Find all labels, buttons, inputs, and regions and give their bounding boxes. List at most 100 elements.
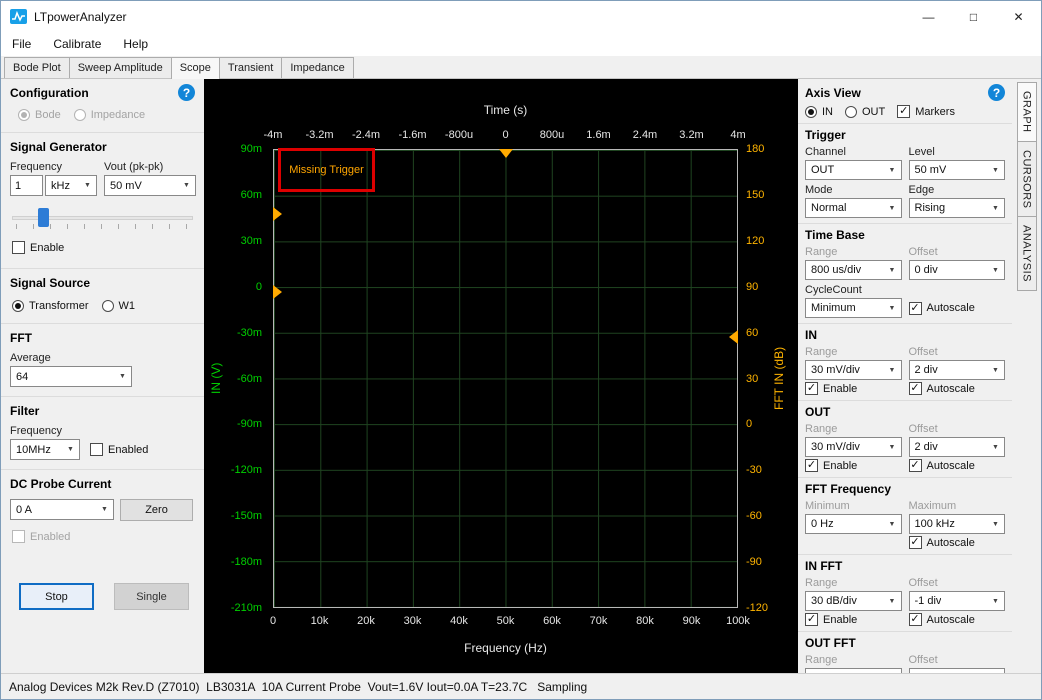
menu-calibrate[interactable]: Calibrate <box>42 33 112 55</box>
out-autoscale-checkbox[interactable]: Autoscale <box>909 459 1006 472</box>
time-base-range-label: Range <box>805 246 902 258</box>
zero-button[interactable]: Zero <box>120 499 193 521</box>
trigger-position-marker[interactable] <box>499 149 513 158</box>
trigger-edge-select[interactable]: Rising <box>909 198 1006 218</box>
slider-thumb[interactable] <box>38 208 49 227</box>
trigger-level-select[interactable]: 50 mV <box>909 160 1006 180</box>
time-axis-ticks: -4m-3.2m-2.4m-1.6m-800u0800u1.6m2.4m3.2m… <box>273 129 738 143</box>
time-base-offset-select[interactable]: 0 div <box>909 260 1006 280</box>
out-enable-checkbox[interactable]: Enable <box>805 459 902 472</box>
filter-frequency-select[interactable]: 10MHz <box>10 439 80 460</box>
average-label: Average <box>10 352 195 364</box>
axis-view-out-radio[interactable]: OUT <box>845 106 885 118</box>
radio-icon <box>845 106 857 118</box>
chevron-down-icon <box>180 182 193 189</box>
time-axis-title: Time (s) <box>273 103 738 117</box>
vout-select[interactable]: 50 mV <box>104 175 196 196</box>
w1-radio[interactable]: W1 <box>102 300 136 312</box>
fft-minimum-value: 0 Hz <box>811 518 834 530</box>
out-range-select[interactable]: 30 mV/div <box>805 437 902 457</box>
filter-section: Filter Frequency 10MHz Enabled <box>1 396 204 469</box>
chevron-down-icon <box>116 373 129 380</box>
chevron-down-icon <box>886 205 899 212</box>
trigger-mode-select[interactable]: Normal <box>805 198 902 218</box>
help-icon[interactable]: ? <box>988 84 1005 101</box>
fft-maximum-value: 100 kHz <box>915 518 955 530</box>
out-offset-select[interactable]: 2 div <box>909 437 1006 457</box>
fft-average-value: 64 <box>16 371 28 383</box>
chevron-down-icon <box>886 598 899 605</box>
axis-tick-label: 30 <box>746 373 758 385</box>
trigger-channel-select[interactable]: OUT <box>805 160 902 180</box>
in-title: IN <box>805 328 817 342</box>
dc-probe-current-select[interactable]: 0 A <box>10 499 114 520</box>
axis-tick-label: -1.6m <box>398 129 426 141</box>
axis-tick-label: 0 <box>502 129 508 141</box>
out-fft-offset-label: Offset <box>909 654 1006 666</box>
tab-cursors[interactable]: CURSORS <box>1017 141 1037 218</box>
menu-help[interactable]: Help <box>112 33 159 55</box>
in-fft-range-select[interactable]: 30 dB/div <box>805 591 902 611</box>
axis-tick-label: 90 <box>746 281 758 293</box>
close-button[interactable]: ✕ <box>996 1 1041 32</box>
filter-enabled-checkbox[interactable]: Enabled <box>90 443 148 456</box>
time-base-offset-label: Offset <box>909 246 1006 258</box>
tab-impedance[interactable]: Impedance <box>281 57 353 78</box>
out-offset-marker[interactable] <box>273 285 282 299</box>
axis-tick-label: 30k <box>404 615 422 627</box>
axis-tick-label: -2.4m <box>352 129 380 141</box>
in-fft-enable-checkbox[interactable]: Enable <box>805 613 902 626</box>
in-fft-autoscale-checkbox[interactable]: Autoscale <box>909 613 1006 626</box>
axis-tick-label: -150m <box>231 510 262 522</box>
axis-tick-label: -90m <box>237 418 262 430</box>
dc-probe-enabled-label: Enabled <box>30 531 70 543</box>
fft-frequency-autoscale-checkbox[interactable]: Autoscale <box>909 536 1006 549</box>
fft-offset-marker[interactable] <box>729 330 738 344</box>
out-section: OUT Range Offset 30 mV/div 2 div Enable <box>798 400 1012 477</box>
configuration-title: Configuration <box>10 86 89 100</box>
in-offset-select[interactable]: 2 div <box>909 360 1006 380</box>
maximize-button[interactable]: □ <box>951 1 996 32</box>
in-autoscale-checkbox[interactable]: Autoscale <box>909 382 1006 395</box>
impedance-radio[interactable]: Impedance <box>74 109 145 121</box>
tab-analysis[interactable]: ANALYSIS <box>1017 216 1037 291</box>
axis-tick-label: 30m <box>241 235 262 247</box>
radio-icon <box>102 300 114 312</box>
time-base-autoscale-checkbox[interactable]: Autoscale <box>909 302 1006 315</box>
fft-frequency-title: FFT Frequency <box>805 482 891 496</box>
transformer-radio[interactable]: Transformer <box>12 300 89 312</box>
in-range-select[interactable]: 30 mV/div <box>805 360 902 380</box>
time-base-range-select[interactable]: 800 us/div <box>805 260 902 280</box>
signal-generator-enable-checkbox[interactable]: Enable <box>12 241 64 254</box>
frequency-input[interactable] <box>10 175 43 196</box>
checkbox-icon <box>909 613 922 626</box>
stop-button[interactable]: Stop <box>19 583 94 610</box>
tab-bode-plot[interactable]: Bode Plot <box>4 57 70 78</box>
in-fft-section: IN FFT Range Offset 30 dB/div -1 div Ena… <box>798 554 1012 631</box>
markers-checkbox[interactable]: Markers <box>897 105 955 118</box>
missing-trigger-alert: Missing Trigger <box>278 148 375 192</box>
axis-view-in-radio[interactable]: IN <box>805 106 833 118</box>
cyclecount-select[interactable]: Minimum <box>805 298 902 318</box>
trigger-title: Trigger <box>805 128 846 142</box>
view-tab-strip: GRAPH CURSORS ANALYSIS <box>1012 79 1041 673</box>
in-enable-checkbox[interactable]: Enable <box>805 382 902 395</box>
in-offset-marker[interactable] <box>273 207 282 221</box>
help-icon[interactable]: ? <box>178 84 195 101</box>
tab-graph[interactable]: GRAPH <box>1017 82 1037 142</box>
tab-transient[interactable]: Transient <box>219 57 282 78</box>
single-button[interactable]: Single <box>114 583 189 610</box>
autoscale-label: Autoscale <box>927 302 975 314</box>
scope-graph[interactable]: Time (s) -4m-3.2m-2.4m-1.6m-800u0800u1.6… <box>204 79 798 673</box>
tab-scope[interactable]: Scope <box>171 57 220 79</box>
bode-radio[interactable]: Bode <box>18 109 61 121</box>
menu-file[interactable]: File <box>1 33 42 55</box>
fft-minimum-select[interactable]: 0 Hz <box>805 514 902 534</box>
minimize-button[interactable]: — <box>906 1 951 32</box>
tab-sweep-amplitude[interactable]: Sweep Amplitude <box>69 57 172 78</box>
amplitude-slider[interactable] <box>12 207 193 231</box>
fft-average-select[interactable]: 64 <box>10 366 132 387</box>
in-fft-offset-select[interactable]: -1 div <box>909 591 1006 611</box>
frequency-unit-select[interactable]: kHz <box>45 175 97 196</box>
fft-maximum-select[interactable]: 100 kHz <box>909 514 1006 534</box>
